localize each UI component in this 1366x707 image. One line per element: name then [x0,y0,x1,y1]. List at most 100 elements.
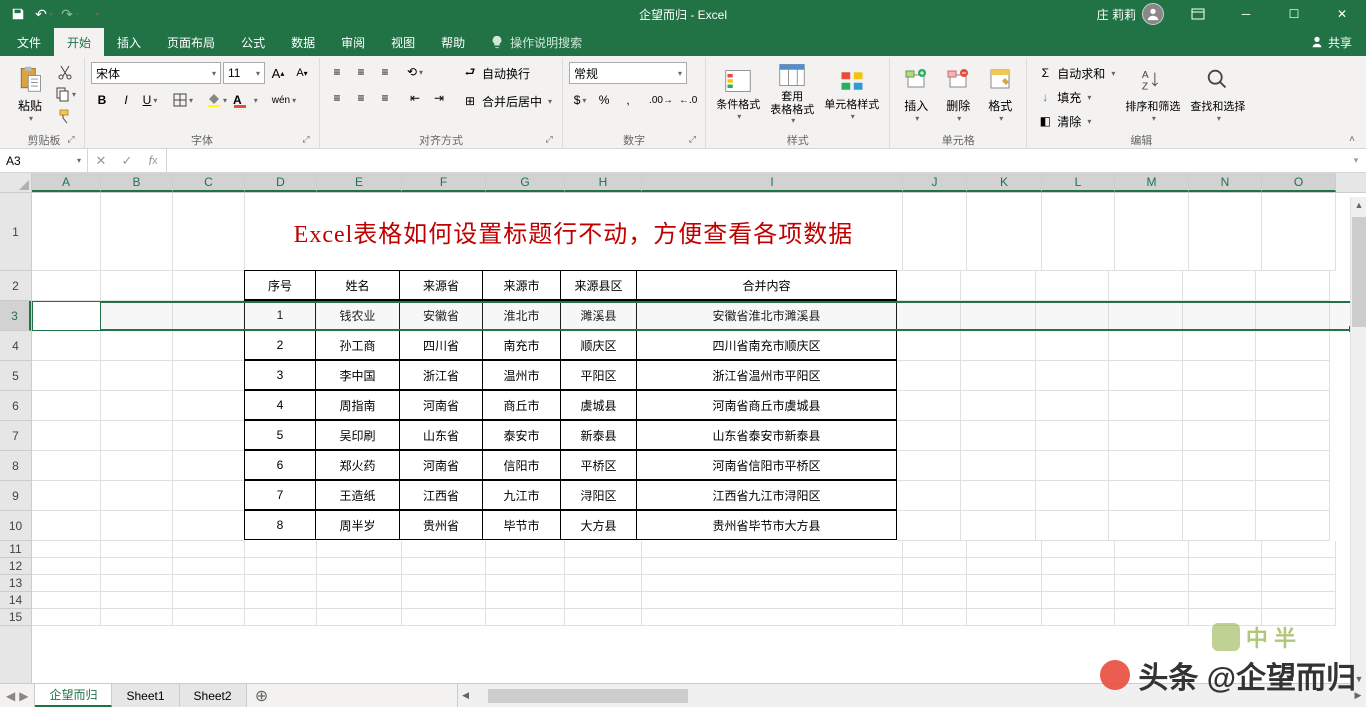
border-button[interactable]: ▾ [171,90,195,110]
cell[interactable]: 温州市 [482,360,561,390]
cell[interactable] [101,511,173,541]
cell[interactable] [1256,331,1330,361]
maximize-button[interactable]: ☐ [1272,0,1316,28]
sort-filter-button[interactable]: AZ 排序和筛选▾ [1121,60,1184,126]
formula-cancel-button[interactable]: ✕ [88,153,114,169]
col-header-N[interactable]: N [1189,173,1262,192]
minimize-button[interactable]: ─ [1224,0,1268,28]
sheet-tab-2[interactable]: Sheet1 [112,684,179,707]
cell[interactable] [173,575,245,592]
cell[interactable] [173,193,245,271]
row-header-1[interactable]: 1 [0,193,31,271]
font-name-select[interactable]: 宋体▾ [91,62,221,84]
align-middle-button[interactable]: ≡ [350,62,372,82]
cell[interactable] [1183,451,1256,481]
cell[interactable]: 河南省商丘市虞城县 [636,390,897,420]
cell[interactable]: 6 [244,450,316,480]
format-painter-button[interactable] [52,106,78,126]
cell[interactable] [32,271,101,301]
cell[interactable] [173,391,245,421]
cell[interactable] [101,575,173,592]
cell[interactable] [1109,511,1183,541]
cell[interactable]: 贵州省 [399,510,483,540]
cell[interactable] [897,511,961,541]
row-header-4[interactable]: 4 [0,331,31,361]
cell[interactable]: 顺庆区 [560,330,637,360]
cell[interactable] [1115,609,1189,626]
increase-decimal-button[interactable]: .00→ [647,90,675,110]
cell[interactable] [32,609,101,626]
tell-me-search[interactable]: 操作说明搜索 [478,28,594,56]
cell[interactable] [1183,421,1256,451]
cell[interactable]: 周指南 [315,390,400,420]
cell[interactable] [1036,451,1109,481]
cell[interactable]: 江西省 [399,480,483,510]
percent-format-button[interactable]: % [593,90,615,110]
cell[interactable] [1189,575,1262,592]
sheet-nav-next[interactable]: ▶ [19,689,28,703]
cell[interactable] [1036,301,1109,331]
cell[interactable]: 大方县 [560,510,637,540]
cell[interactable] [1036,331,1109,361]
find-select-button[interactable]: 查找和选择▾ [1186,60,1249,126]
cell[interactable] [101,391,173,421]
cell[interactable] [961,361,1036,391]
tab-formulas[interactable]: 公式 [228,28,278,56]
autosum-button[interactable]: Σ自动求和▾ [1033,62,1119,84]
cell[interactable] [1189,558,1262,575]
decrease-indent-button[interactable]: ⇤ [404,88,426,108]
cell[interactable]: 孙工商 [315,330,400,360]
cell[interactable] [101,609,173,626]
row-header-9[interactable]: 9 [0,481,31,511]
cell[interactable]: 来源市 [482,270,561,300]
cell[interactable]: 安徽省淮北市濉溪县 [636,300,897,330]
cell[interactable]: 浔阳区 [560,480,637,510]
cell[interactable] [897,391,961,421]
cell[interactable]: 信阳市 [482,450,561,480]
align-bottom-button[interactable]: ≡ [374,62,396,82]
cell[interactable] [565,575,642,592]
cell[interactable] [173,451,245,481]
merge-center-button[interactable]: ⊞合并后居中▾ [458,90,556,112]
cell[interactable] [32,301,101,331]
cell[interactable] [101,481,173,511]
cell[interactable] [1036,511,1109,541]
cell[interactable] [1256,271,1330,301]
cell[interactable] [961,511,1036,541]
cell[interactable] [245,558,317,575]
orientation-button[interactable]: ⟲▾ [404,62,426,82]
col-header-E[interactable]: E [317,173,402,192]
cell[interactable] [1042,193,1115,271]
tab-view[interactable]: 视图 [378,28,428,56]
tab-home[interactable]: 开始 [54,28,104,56]
cell[interactable] [903,558,967,575]
cell[interactable]: 来源省 [399,270,483,300]
cell[interactable]: 江西省九江市浔阳区 [636,480,897,510]
cell[interactable] [1036,421,1109,451]
cell[interactable] [173,301,245,331]
cell[interactable] [1036,271,1109,301]
vscroll-thumb[interactable] [1352,217,1366,327]
cell[interactable] [1183,511,1256,541]
underline-button[interactable]: U▾ [139,90,161,110]
cell[interactable] [897,481,961,511]
scroll-up-button[interactable]: ▲ [1351,197,1366,213]
col-header-G[interactable]: G [486,173,565,192]
cell[interactable] [173,558,245,575]
row-header-5[interactable]: 5 [0,361,31,391]
cell[interactable] [101,271,173,301]
cell[interactable]: 新泰县 [560,420,637,450]
cell[interactable] [173,331,245,361]
cell[interactable] [32,193,101,271]
cell[interactable] [173,361,245,391]
cell[interactable]: 四川省 [399,330,483,360]
wrap-text-button[interactable]: ⮐自动换行 [458,62,556,84]
cell[interactable] [1256,481,1330,511]
cell[interactable]: 吴印刷 [315,420,400,450]
cell[interactable] [317,541,402,558]
cell[interactable]: 泰安市 [482,420,561,450]
cell[interactable] [486,541,565,558]
cell[interactable] [1256,451,1330,481]
align-top-button[interactable]: ≡ [326,62,348,82]
fill-button[interactable]: ↓填充▾ [1033,86,1119,108]
